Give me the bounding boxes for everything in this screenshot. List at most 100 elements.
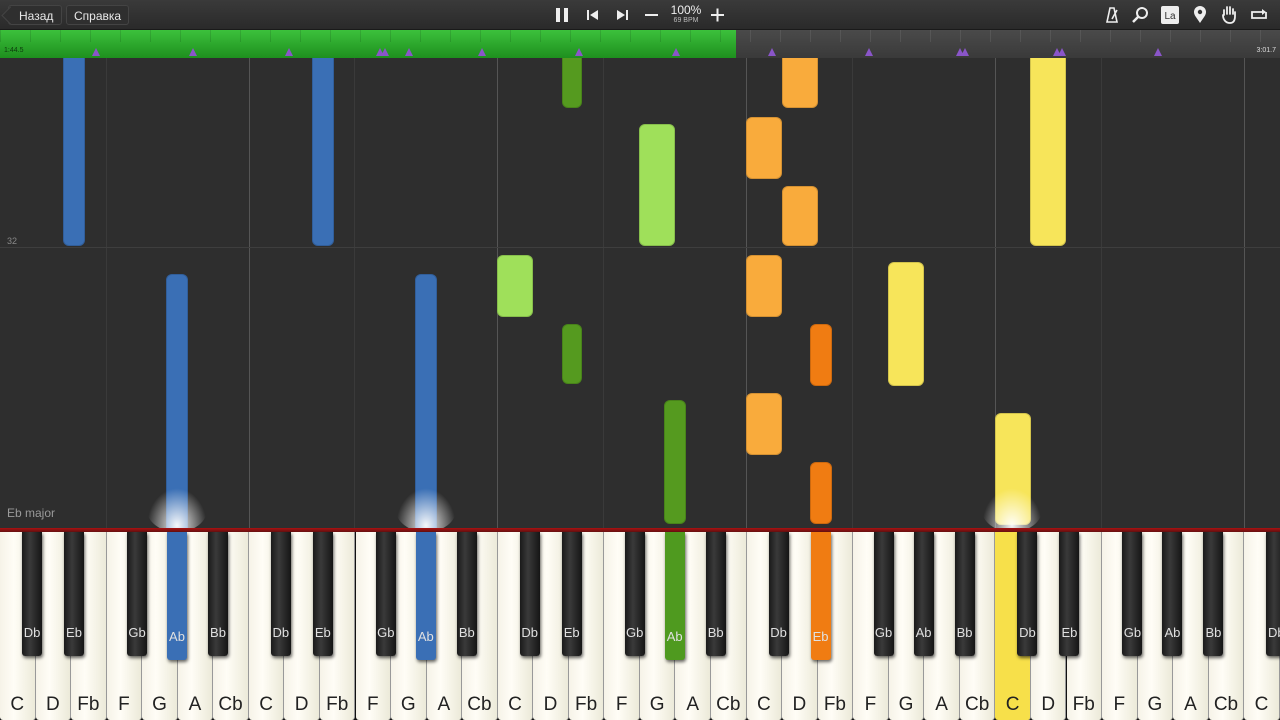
key-hit-glow [396, 488, 456, 528]
white-key-label: G [1147, 694, 1163, 715]
white-key-label: A [437, 694, 451, 715]
bookmark-marker[interactable] [478, 48, 486, 56]
bookmark-marker[interactable] [381, 48, 389, 56]
bookmark-marker[interactable] [768, 48, 776, 56]
falling-note [810, 324, 832, 386]
black-key[interactable]: Bb [954, 532, 975, 656]
back-button[interactable]: Назад [8, 5, 63, 25]
synthesia-player: Назад Справка 100% 69 BPM La 1:44.5 3:01… [0, 0, 1280, 720]
black-key[interactable]: Eb [810, 532, 831, 660]
white-key-label: G [898, 694, 914, 715]
white-key-label: G [400, 694, 416, 715]
black-key[interactable]: Eb [561, 532, 582, 656]
pause-icon[interactable] [551, 5, 573, 25]
black-key[interactable]: Eb [64, 532, 84, 656]
label-la-icon[interactable]: La [1159, 5, 1181, 25]
black-key-label: Db [770, 625, 787, 640]
bookmark-marker[interactable] [405, 48, 413, 56]
black-key[interactable]: Ab [167, 532, 187, 660]
key-signature-label: Eb major [7, 506, 56, 520]
black-key[interactable]: Db [1017, 532, 1038, 656]
black-key[interactable]: Gb [1122, 532, 1143, 656]
bookmark-marker[interactable] [189, 48, 197, 56]
bookmark-marker[interactable] [92, 48, 100, 56]
white-key-label: D [543, 694, 558, 715]
skip-back-icon[interactable] [582, 5, 604, 25]
grid-line [354, 58, 355, 528]
white-key-label: A [935, 694, 948, 715]
black-key[interactable]: Db [270, 532, 291, 656]
black-key[interactable]: Eb [312, 532, 333, 656]
white-key-label: C [10, 694, 25, 715]
search-icon[interactable] [1130, 5, 1152, 25]
black-key[interactable]: Bb [705, 532, 726, 656]
white-key-label: C [1005, 694, 1020, 715]
white-key-label: A [686, 694, 700, 715]
black-key[interactable]: Db [1266, 532, 1280, 656]
bookmark-marker[interactable] [865, 48, 873, 56]
tempo-percent: 100% [670, 3, 702, 17]
bookmark-marker[interactable] [575, 48, 583, 56]
black-key-label: Gb [874, 625, 893, 640]
black-key-label: Bb [1205, 625, 1222, 640]
white-key-label: C [756, 694, 771, 715]
white-key-label: F [864, 694, 877, 715]
bookmark-marker[interactable] [1058, 48, 1066, 56]
black-key[interactable]: Gb [873, 532, 894, 656]
white-key-label: F [615, 694, 628, 715]
black-key-label: Eb [314, 625, 331, 640]
minus-icon[interactable] [641, 5, 663, 25]
bookmark-marker[interactable] [285, 48, 293, 56]
black-key[interactable]: Bb [456, 532, 477, 656]
help-button[interactable]: Справка [66, 5, 130, 25]
black-key[interactable]: Ab [415, 532, 436, 660]
black-key[interactable]: Bb [1203, 532, 1224, 656]
black-key[interactable]: Gb [624, 532, 645, 656]
hand-icon[interactable] [1218, 5, 1240, 25]
black-key[interactable]: Ab [913, 532, 934, 656]
bookmark-marker[interactable] [1154, 48, 1162, 56]
black-key[interactable]: Ab [1162, 532, 1183, 656]
song-progress-bar[interactable]: 1:44.5 3:01.7 [0, 30, 1280, 58]
black-key-label: Eb [66, 625, 82, 640]
black-key-label: Ab [1164, 625, 1181, 640]
black-key[interactable]: Bb [208, 532, 228, 656]
black-key-label: Db [272, 625, 290, 640]
falling-note [639, 124, 675, 246]
black-key-label: Eb [812, 629, 829, 644]
white-key-label: G [649, 694, 665, 715]
white-key-label: Fb [823, 694, 846, 715]
white-key-label: Fb [77, 694, 100, 715]
location-pin-icon[interactable] [1189, 5, 1211, 25]
progress-fill [0, 30, 736, 58]
black-key[interactable]: Db [768, 532, 789, 656]
black-key-label: Ab [417, 629, 434, 644]
black-key[interactable]: Db [519, 532, 540, 656]
falling-note [782, 58, 818, 108]
white-key-label: A [188, 694, 202, 715]
black-key-label: Bb [210, 625, 226, 640]
metronome-icon[interactable] [1101, 5, 1123, 25]
falling-note [810, 462, 832, 524]
black-key-label: Db [1267, 625, 1280, 640]
loop-icon[interactable] [1248, 5, 1270, 25]
white-key-label: F [118, 694, 130, 715]
black-key[interactable]: Gb [127, 532, 147, 656]
svg-text:La: La [1164, 11, 1176, 22]
black-key[interactable]: Db [22, 532, 42, 656]
plus-icon[interactable] [707, 5, 729, 25]
skip-forward-icon[interactable] [611, 5, 633, 25]
falling-note [63, 58, 85, 246]
white-key-label: Fb [1072, 694, 1095, 715]
falling-note [1030, 58, 1066, 246]
bookmark-marker[interactable] [672, 48, 680, 56]
grid-line [1244, 58, 1245, 528]
black-key[interactable]: Gb [375, 532, 396, 656]
grid-line [249, 58, 250, 528]
black-key[interactable]: Eb [1059, 532, 1080, 656]
bookmark-marker[interactable] [961, 48, 969, 56]
black-key-label: Db [521, 625, 538, 640]
white-key-label: F [1113, 694, 1126, 715]
piano-keyboard[interactable]: C D Fb F G A Cb C D Fb F G A Cb C D Fb F G A Cb C D Fb F G A Cb C D Fb… [0, 528, 1280, 720]
black-key[interactable]: Ab [664, 532, 685, 660]
